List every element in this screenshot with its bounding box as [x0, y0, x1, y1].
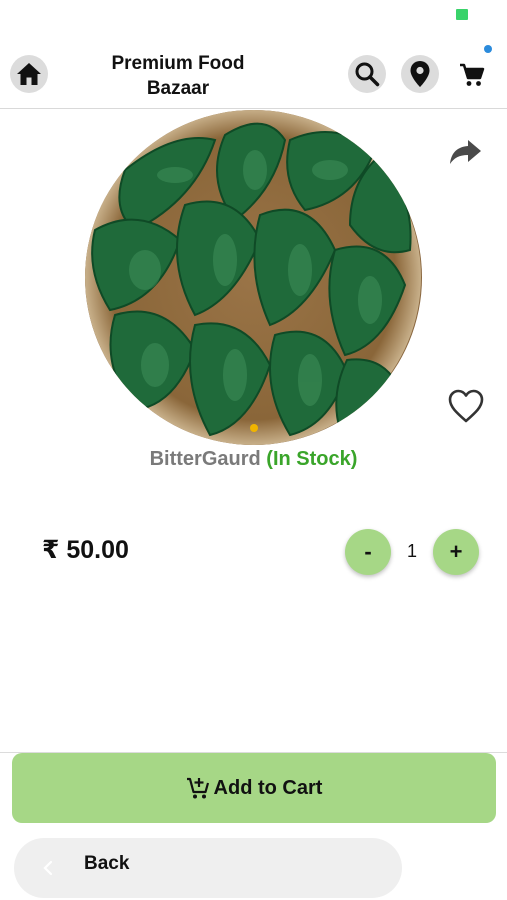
product-price: ₹ 50.00 [42, 536, 129, 564]
chevron-left-icon [43, 860, 53, 876]
favorite-button[interactable] [447, 388, 485, 424]
cart-notification-badge [484, 45, 492, 53]
location-button[interactable] [401, 55, 439, 93]
share-button[interactable] [448, 134, 484, 168]
cart-plus-icon [186, 776, 210, 800]
home-icon [17, 63, 41, 85]
bitter-gourd-basket-image [85, 110, 421, 445]
back-button[interactable]: Back [14, 838, 402, 898]
app-title-line1: Premium Food [111, 53, 245, 74]
cart-button[interactable] [453, 56, 491, 94]
quantity-value: 1 [406, 541, 417, 561]
search-button[interactable] [348, 55, 386, 93]
location-pin-icon [410, 61, 430, 87]
add-to-cart-button[interactable]: Add to Cart [12, 753, 496, 823]
search-icon [355, 62, 380, 87]
cart-icon [460, 63, 485, 86]
product-name: BitterGaurd [149, 448, 261, 470]
status-indicator [456, 9, 468, 20]
product-title: BitterGaurd (In Stock) [0, 448, 507, 471]
status-bar [0, 0, 507, 28]
quantity-increase-button[interactable]: + [433, 529, 479, 575]
back-label: Back [84, 853, 130, 874]
share-arrow-icon [450, 140, 481, 164]
home-button[interactable] [10, 55, 48, 93]
app-header: Premium Food Bazaar [0, 28, 507, 109]
add-to-cart-label: Add to Cart [213, 776, 323, 799]
product-image[interactable] [85, 110, 422, 445]
app-title: Premium Food Bazaar [100, 51, 256, 101]
app-title-line2: Bazaar [146, 78, 210, 99]
stock-status: (In Stock) [266, 448, 358, 470]
heart-outline-icon [448, 389, 484, 423]
carousel-dot-active[interactable] [250, 424, 258, 432]
quantity-decrease-button[interactable]: - [345, 529, 391, 575]
